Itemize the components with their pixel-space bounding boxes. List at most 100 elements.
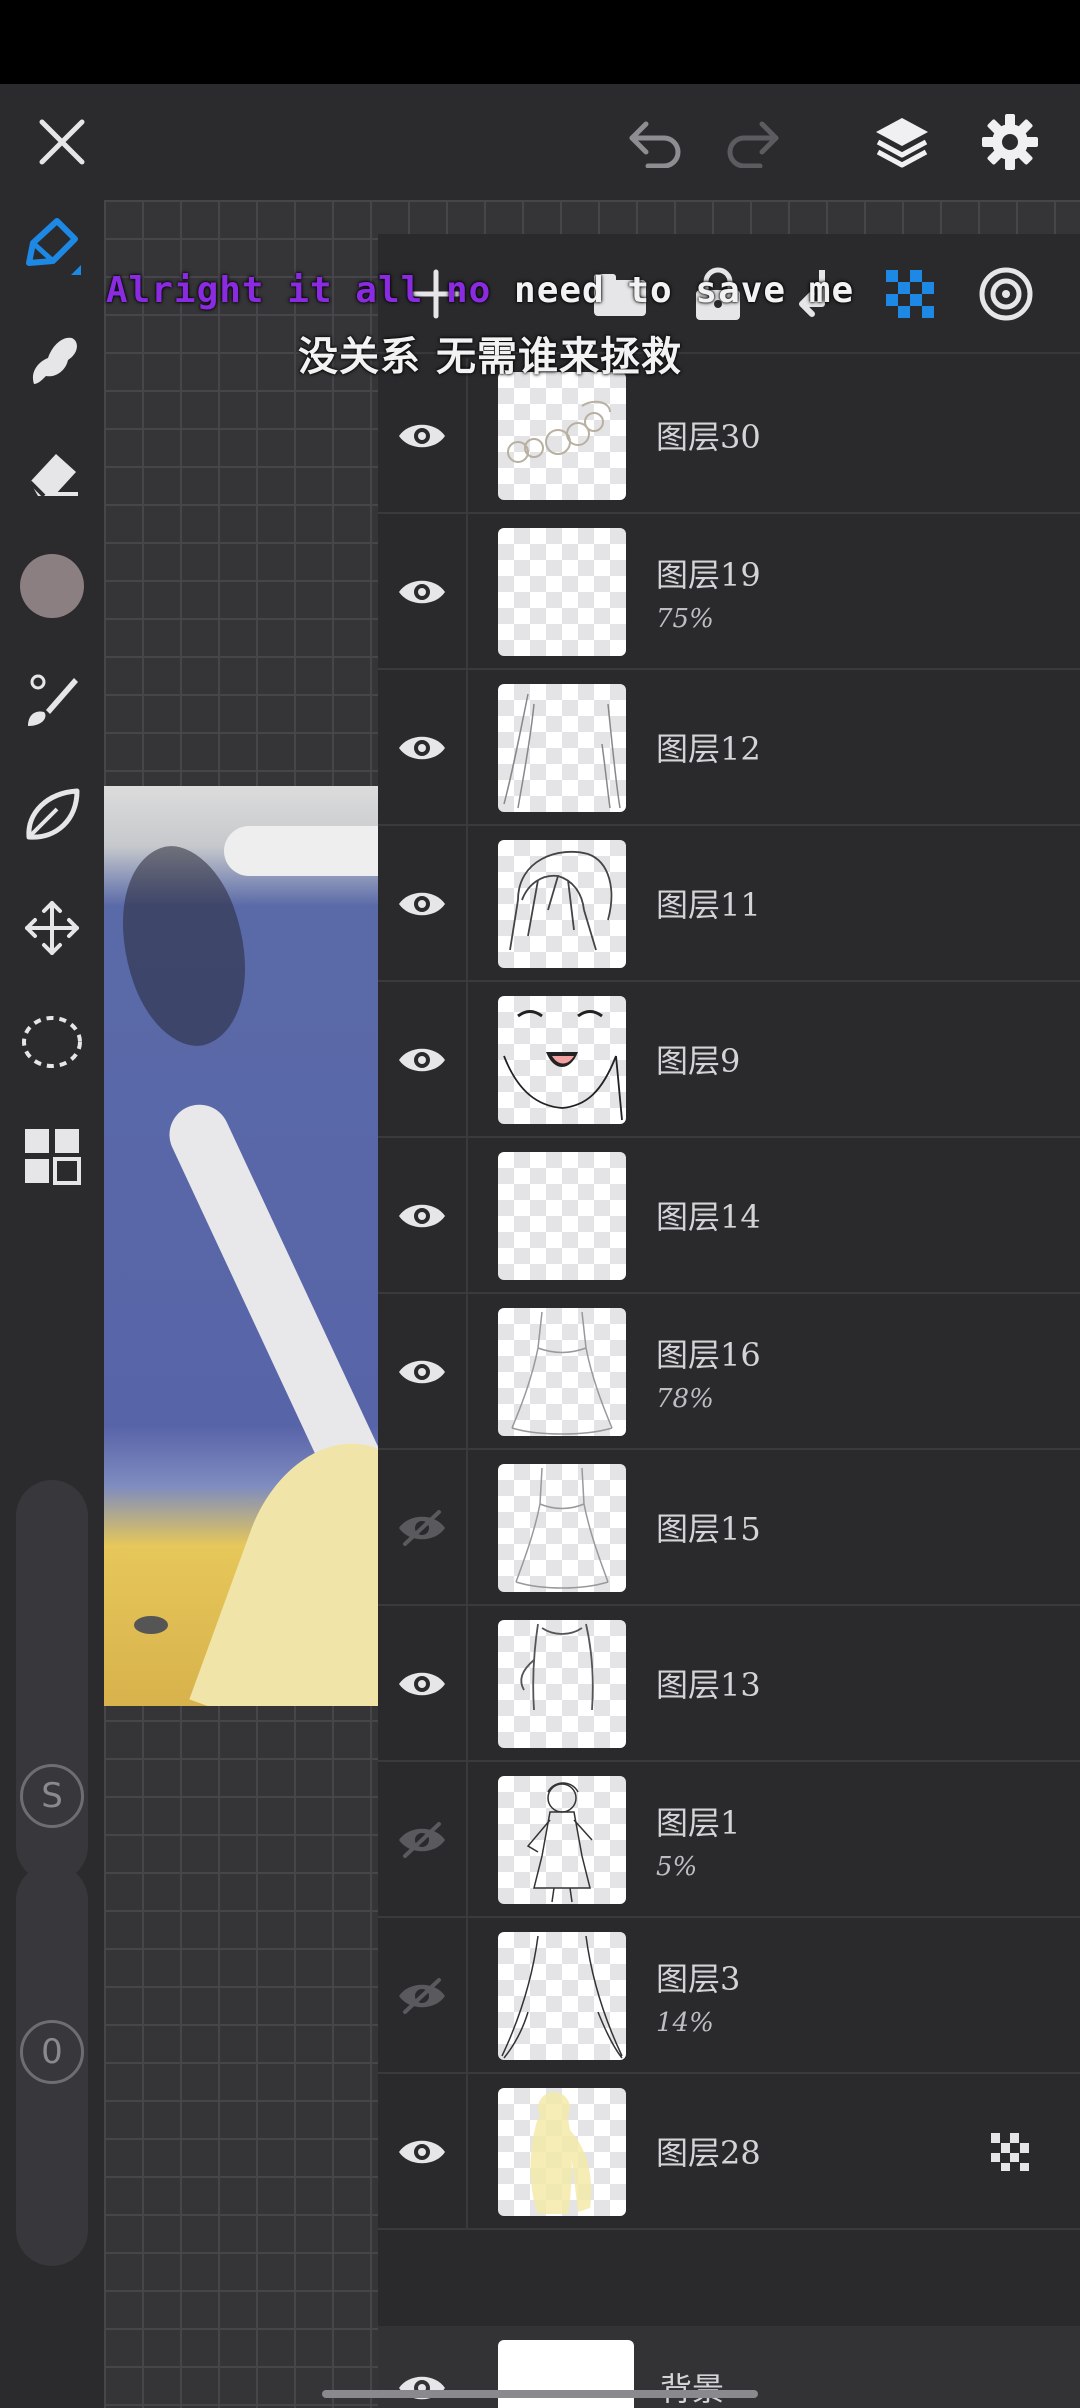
eye-hidden-icon xyxy=(399,1510,445,1546)
brush-size-knob[interactable]: S xyxy=(20,1764,84,1828)
layer-name: 图层15 xyxy=(656,1510,761,1548)
layer-divider xyxy=(466,1294,468,1450)
layer-thumbnail[interactable] xyxy=(498,1932,626,2060)
layer-thumbnail[interactable] xyxy=(498,1776,626,1904)
layer-row[interactable]: 图层3 14% xyxy=(378,1918,1080,2074)
layer-opacity: 14% xyxy=(656,2008,714,2038)
layer-thumbnail[interactable] xyxy=(498,2088,626,2216)
canvas-artwork[interactable] xyxy=(104,786,404,1706)
brush-opacity-slider[interactable]: 0 xyxy=(16,1864,88,2266)
visibility-toggle[interactable] xyxy=(392,562,452,622)
layer-row[interactable]: 图层19 75% xyxy=(378,514,1080,670)
background-layer-name: 背景 xyxy=(660,2370,725,2408)
layer-row[interactable]: 图层13 xyxy=(378,1606,1080,1762)
top-toolbar xyxy=(0,84,1080,200)
layer-row[interactable]: 图层1 5% xyxy=(378,1762,1080,1918)
artwork-figure-hair xyxy=(189,1417,404,1706)
layer-row[interactable]: 图层11 xyxy=(378,826,1080,982)
visibility-toggle[interactable] xyxy=(392,2122,452,2182)
visibility-toggle[interactable] xyxy=(392,874,452,934)
thumbnail-sketch xyxy=(509,850,613,951)
layer-divider xyxy=(466,982,468,1138)
redo-button[interactable] xyxy=(714,104,790,180)
brush-icon xyxy=(28,674,78,726)
eye-icon xyxy=(399,2376,445,2400)
brush-opacity-label: 0 xyxy=(41,2032,63,2072)
visibility-toggle[interactable] xyxy=(392,1342,452,1402)
brush-size-label: S xyxy=(41,1776,63,1816)
gear-icon xyxy=(982,114,1038,170)
layer-divider xyxy=(466,514,468,670)
layer-row[interactable]: 图层9 xyxy=(378,982,1080,1138)
layer-name: 图层1 xyxy=(656,1804,741,1842)
thumbnail-sketch xyxy=(515,1467,609,1589)
eye-icon xyxy=(399,1360,445,1384)
thumbnail-sketch xyxy=(503,693,621,809)
visibility-toggle[interactable] xyxy=(392,1030,452,1090)
layer-divider xyxy=(466,1918,468,2074)
color-picker[interactable] xyxy=(14,548,90,624)
tool-selection[interactable] xyxy=(14,1004,90,1080)
layer-row[interactable]: 图层12 xyxy=(378,670,1080,826)
close-button[interactable] xyxy=(24,104,100,180)
tool-eraser[interactable] xyxy=(14,434,90,510)
layer-divider xyxy=(466,1762,468,1918)
layer-row[interactable]: 图层15 xyxy=(378,1450,1080,1606)
visibility-toggle[interactable] xyxy=(392,2358,452,2408)
eye-icon xyxy=(399,1204,445,1228)
thumbnail-sketch xyxy=(503,1010,623,1121)
grid-icon xyxy=(25,1129,81,1185)
eye-icon xyxy=(399,2140,445,2164)
layer-name: 图层3 xyxy=(656,1960,741,1998)
tool-transform[interactable] xyxy=(14,890,90,966)
layer-name: 图层12 xyxy=(656,730,761,768)
eye-icon xyxy=(399,1048,445,1072)
alpha-lock-indicator-icon xyxy=(991,2133,1029,2171)
layer-name: 图层11 xyxy=(656,886,761,924)
layers-icon xyxy=(876,118,928,168)
layer-thumbnail[interactable] xyxy=(498,996,626,1124)
tool-fill[interactable] xyxy=(14,776,90,852)
layer-thumbnail[interactable] xyxy=(498,840,626,968)
layer-row[interactable]: 图层28 xyxy=(378,2074,1080,2230)
lyric-chinese: 没关系 无需谁来拯救 xyxy=(298,333,682,380)
visibility-toggle[interactable] xyxy=(392,1966,452,2026)
layer-row[interactable]: 图层14 xyxy=(378,1138,1080,1294)
brush-opacity-knob[interactable]: 0 xyxy=(20,2020,84,2084)
eye-icon xyxy=(399,892,445,916)
layer-thumbnail[interactable] xyxy=(498,1152,626,1280)
visibility-toggle[interactable] xyxy=(392,406,452,466)
layer-thumbnail[interactable] xyxy=(498,684,626,812)
visibility-toggle[interactable] xyxy=(392,718,452,778)
layer-thumbnail[interactable] xyxy=(498,528,626,656)
tool-brush[interactable] xyxy=(14,662,90,738)
undo-button[interactable] xyxy=(618,104,694,180)
settings-button[interactable] xyxy=(972,104,1048,180)
lyric-remaining-part: need to save me xyxy=(491,270,855,311)
color-swatch xyxy=(20,554,84,618)
tool-gallery[interactable] xyxy=(14,1118,90,1194)
layer-divider xyxy=(466,670,468,826)
layers-panel: 图层30 图层19 75% 图层12 图层11 图层9 图层14 图层16 78… xyxy=(378,234,1080,2408)
visibility-toggle[interactable] xyxy=(392,1186,452,1246)
layer-name: 图层19 xyxy=(656,556,761,594)
thumbnail-sketch xyxy=(507,400,611,463)
brush-size-slider[interactable]: S xyxy=(16,1480,88,1882)
home-indicator[interactable] xyxy=(322,2390,758,2398)
thumbnail-sketch xyxy=(526,1782,593,1903)
leaf-icon xyxy=(26,788,80,840)
visibility-toggle[interactable] xyxy=(392,1810,452,1870)
layer-name: 图层30 xyxy=(656,418,761,456)
layer-thumbnail[interactable] xyxy=(498,1464,626,1592)
visibility-toggle[interactable] xyxy=(392,1654,452,1714)
eye-icon xyxy=(399,424,445,448)
layer-thumbnail[interactable] xyxy=(498,1620,626,1748)
layer-row[interactable]: 图层16 78% xyxy=(378,1294,1080,1450)
visibility-toggle[interactable] xyxy=(392,1498,452,1558)
thumbnail-sketch xyxy=(520,1623,594,1711)
layer-opacity: 75% xyxy=(656,604,714,634)
tool-sidebar: S 0 xyxy=(0,200,104,2408)
layer-thumbnail[interactable] xyxy=(498,1308,626,1436)
layer-thumbnail[interactable] xyxy=(498,372,626,500)
layers-button[interactable] xyxy=(864,104,940,180)
